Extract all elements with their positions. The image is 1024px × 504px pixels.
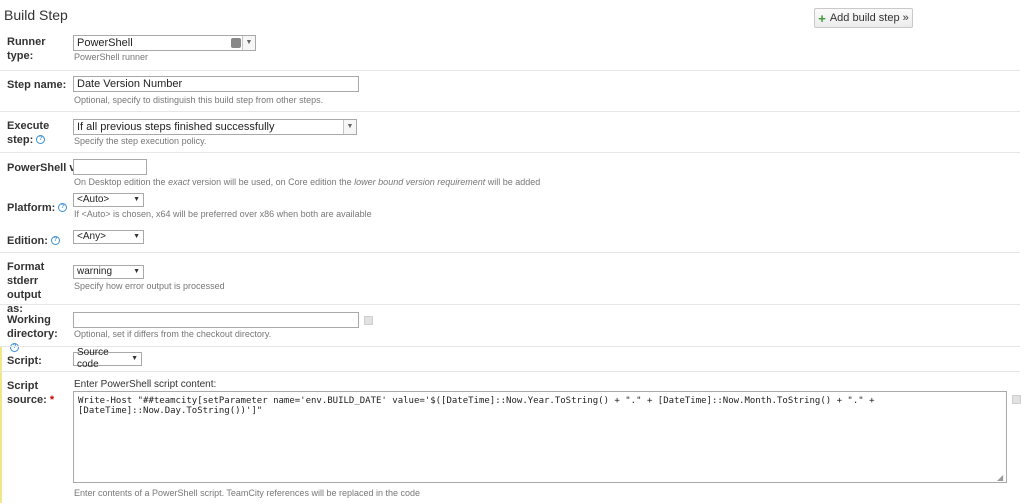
- ps-note-e: will be added: [485, 177, 541, 187]
- platform-note: If <Auto> is chosen, x64 will be preferr…: [74, 209, 372, 219]
- script-select[interactable]: Source code ▼: [73, 347, 142, 370]
- platform-label: Platform:?: [7, 201, 68, 215]
- script-row: Script: Source code ▼: [0, 346, 1020, 372]
- edition-label: Edition:?: [7, 234, 60, 248]
- edition-label-text: Edition:: [7, 235, 48, 247]
- add-build-step-label: Add build step »: [829, 12, 909, 24]
- expand-editor-icon[interactable]: [1012, 395, 1021, 404]
- stderr-select[interactable]: warning ▼: [73, 265, 144, 279]
- chevron-down-icon: ▼: [133, 233, 140, 240]
- edition-value: <Any>: [77, 231, 106, 242]
- ps-version-row: PowerShell ver On Desktop edition the ex…: [0, 152, 1020, 191]
- runner-type-row: Runner type: PowerShell ▼ PowerShell run…: [0, 30, 1020, 70]
- stderr-row: Format stderr output as: warning ▼ Specif…: [0, 252, 1020, 315]
- workdir-note: Optional, set if differs from the checko…: [74, 329, 272, 339]
- script-label: Script:: [7, 355, 42, 367]
- chevron-down-icon[interactable]: ▼: [242, 36, 255, 50]
- ps-note-a: On Desktop edition the: [74, 177, 169, 187]
- help-icon[interactable]: ?: [50, 236, 60, 245]
- execute-step-row: Execute step:? If all previous steps fin…: [0, 111, 1020, 153]
- runner-type-combo[interactable]: PowerShell ▼: [73, 35, 256, 51]
- step-name-label: Step name:: [7, 79, 67, 91]
- ps-version-input[interactable]: [73, 159, 147, 175]
- script-source-note: Enter contents of a PowerShell script. T…: [74, 488, 421, 498]
- script-source-label: Script source: *: [7, 379, 62, 407]
- chevron-down-icon: ▼: [133, 196, 140, 203]
- stderr-value: warning: [77, 266, 113, 277]
- script-source-prompt: Enter PowerShell script content:: [74, 379, 217, 390]
- browse-icon[interactable]: [364, 316, 373, 325]
- edition-select[interactable]: <Any> ▼: [73, 230, 144, 244]
- resize-grip-icon[interactable]: ◢: [997, 473, 1003, 482]
- runner-type-label: Runner type:: [7, 36, 46, 62]
- execute-step-select[interactable]: If all previous steps finished successfu…: [73, 119, 357, 135]
- chevron-down-icon: ▼: [343, 120, 356, 134]
- execute-step-label: Execute step:?: [7, 119, 62, 147]
- script-source-textarea[interactable]: Write-Host "##teamcity[setParameter name…: [73, 391, 1007, 483]
- platform-row: Platform:? <Auto> ▼ If <Auto> is chosen, …: [0, 190, 1020, 224]
- workdir-label-text: Working directory:: [7, 314, 58, 340]
- platform-value: <Auto>: [77, 194, 110, 205]
- ps-note-b: exact: [168, 177, 190, 187]
- add-build-step-button[interactable]: + Add build step »: [814, 8, 913, 28]
- ps-version-note: On Desktop edition the exact version wil…: [74, 177, 540, 187]
- ps-note-c: version will be used, on Core edition th…: [189, 177, 355, 187]
- edition-row: Edition:? <Any> ▼: [0, 224, 1020, 252]
- help-icon[interactable]: ?: [36, 135, 46, 144]
- required-asterisk: *: [49, 394, 55, 406]
- script-value: Source code: [77, 347, 109, 370]
- help-icon[interactable]: ?: [58, 203, 68, 212]
- stderr-note: Specify how error output is processed: [74, 281, 225, 291]
- runner-icon: [231, 38, 241, 48]
- workdir-input[interactable]: [73, 312, 359, 328]
- execute-step-value: If all previous steps finished successfu…: [77, 121, 275, 133]
- platform-select[interactable]: <Auto> ▼: [73, 193, 144, 207]
- script-source-label-text: Script source:: [7, 380, 47, 406]
- runner-type-value: PowerShell: [77, 37, 133, 49]
- plus-icon: +: [818, 10, 826, 26]
- runner-type-note: PowerShell runner: [74, 52, 149, 62]
- step-name-note: Optional, specify to distinguish this bu…: [74, 95, 324, 105]
- step-name-row: Step name: Date Version Number Optional,…: [0, 70, 1020, 111]
- chevron-down-icon: ▼: [133, 268, 140, 275]
- ps-note-d: lower bound version requirement: [354, 177, 486, 187]
- execute-step-note: Specify the step execution policy.: [74, 136, 207, 146]
- chevron-down-icon: ▼: [131, 355, 138, 362]
- page-title: Build Step: [4, 7, 68, 23]
- workdir-row: Working directory:? Optional, set if dif…: [0, 304, 1020, 352]
- step-name-input[interactable]: Date Version Number: [73, 76, 359, 92]
- platform-label-text: Platform:: [7, 202, 56, 214]
